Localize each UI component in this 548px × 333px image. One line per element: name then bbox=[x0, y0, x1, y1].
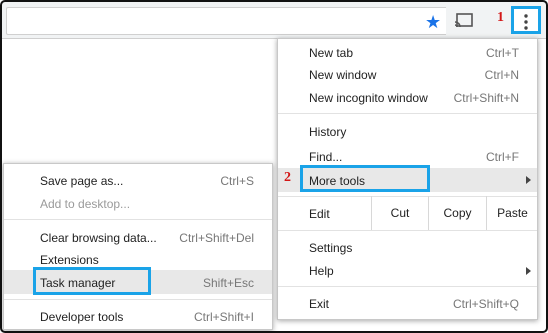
shortcut-text: Ctrl+Shift+N bbox=[453, 91, 519, 105]
menu-item-label: Exit bbox=[309, 297, 330, 311]
menu-item-label: Extensions bbox=[40, 253, 99, 267]
menu-item-label: Settings bbox=[309, 241, 353, 255]
step-marker-2: 2 bbox=[284, 170, 291, 185]
menu-divider bbox=[278, 230, 537, 231]
menu-item-new-incognito-window[interactable]: New incognito window Ctrl+Shift+N bbox=[278, 86, 537, 108]
menu-item-label: Help bbox=[309, 264, 334, 278]
menu-item-label: More tools bbox=[309, 174, 366, 188]
menu-item-settings[interactable]: Settings bbox=[278, 236, 537, 258]
cast-icon[interactable] bbox=[454, 13, 474, 29]
menu-item-label: New tab bbox=[309, 46, 354, 60]
menu-item-task-manager[interactable]: Task manager Shift+Esc bbox=[4, 270, 272, 294]
shortcut-text: Ctrl+Shift+Del bbox=[179, 231, 254, 245]
menu-divider bbox=[278, 286, 537, 287]
menu-item-new-tab[interactable]: New tab Ctrl+T bbox=[278, 41, 537, 63]
menu-item-label: Clear browsing data... bbox=[40, 231, 157, 245]
menu-item-developer-tools[interactable]: Developer tools Ctrl+Shift+I bbox=[4, 305, 272, 327]
menu-item-label: Save page as... bbox=[40, 174, 124, 188]
menu-item-history[interactable]: History bbox=[278, 120, 537, 142]
shortcut-text: Ctrl+T bbox=[486, 46, 519, 60]
menu-item-label: Developer tools bbox=[40, 310, 124, 324]
menu-item-find[interactable]: Find... Ctrl+F bbox=[278, 145, 537, 167]
menu-divider bbox=[278, 113, 537, 114]
three-dots-icon bbox=[524, 14, 528, 30]
menu-item-label: New window bbox=[309, 68, 377, 82]
shortcut-text: Ctrl+Shift+Q bbox=[452, 297, 519, 311]
menu-item-label: Task manager bbox=[40, 276, 116, 290]
menu-item-exit[interactable]: Exit Ctrl+Shift+Q bbox=[278, 292, 537, 314]
menu-item-label: Find... bbox=[309, 150, 343, 164]
menu-item-label: Edit bbox=[309, 207, 330, 221]
menu-item-extensions[interactable]: Extensions bbox=[4, 248, 272, 270]
shortcut-text: Shift+Esc bbox=[202, 276, 254, 290]
menu-item-save-page-as[interactable]: Save page as... Ctrl+S bbox=[4, 169, 272, 191]
menu-item-help[interactable]: Help bbox=[278, 259, 537, 281]
chrome-main-menu: New tab Ctrl+T New window Ctrl+N New inc… bbox=[277, 38, 538, 320]
menu-item-add-to-desktop: Add to desktop... bbox=[4, 192, 272, 214]
cut-button[interactable]: Cut bbox=[371, 196, 428, 230]
shortcut-text: Ctrl+F bbox=[486, 150, 519, 164]
menu-item-edit: Edit Cut Copy Paste bbox=[278, 196, 537, 230]
copy-button[interactable]: Copy bbox=[428, 196, 486, 230]
menu-item-more-tools[interactable]: More tools bbox=[278, 168, 537, 192]
menu-item-label: New incognito window bbox=[309, 91, 428, 105]
submenu-arrow-icon bbox=[526, 176, 531, 184]
shortcut-text: Ctrl+N bbox=[484, 68, 519, 82]
menu-item-label: History bbox=[309, 125, 347, 139]
address-bar[interactable]: ★ bbox=[6, 7, 446, 35]
menu-item-new-window[interactable]: New window Ctrl+N bbox=[278, 63, 537, 85]
step-marker-1: 1 bbox=[497, 10, 504, 25]
paste-button[interactable]: Paste bbox=[486, 196, 538, 230]
menu-item-clear-browsing-data[interactable]: Clear browsing data... Ctrl+Shift+Del bbox=[4, 226, 272, 248]
star-icon[interactable]: ★ bbox=[425, 13, 441, 31]
browser-toolbar: ★ bbox=[2, 2, 546, 39]
submenu-arrow-icon bbox=[526, 267, 531, 275]
menu-divider bbox=[4, 299, 272, 300]
shortcut-text: Ctrl+Shift+I bbox=[193, 310, 254, 324]
chrome-menu-button[interactable] bbox=[511, 6, 541, 34]
more-tools-submenu: Save page as... Ctrl+S Add to desktop...… bbox=[3, 163, 273, 330]
menu-divider bbox=[4, 219, 272, 220]
shortcut-text: Ctrl+S bbox=[220, 174, 254, 188]
menu-item-label: Add to desktop... bbox=[40, 197, 131, 211]
